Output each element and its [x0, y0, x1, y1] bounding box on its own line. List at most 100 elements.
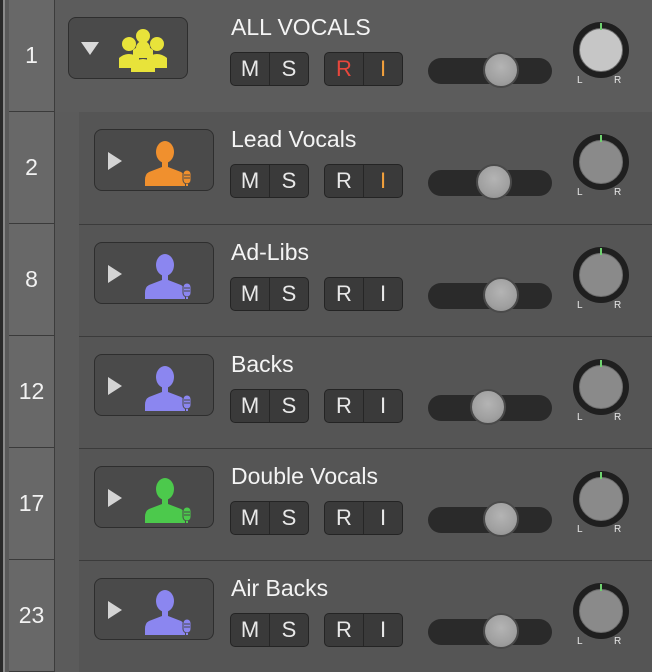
- track-row[interactable]: Air Backs M S R I L R: [79, 560, 652, 672]
- record-input-group: RI: [324, 277, 403, 311]
- record-button[interactable]: R: [325, 165, 363, 197]
- mute-solo-group: MS: [230, 52, 309, 86]
- volume-fader[interactable]: [428, 277, 552, 313]
- record-button[interactable]: R: [325, 53, 363, 85]
- volume-fader-knob[interactable]: [476, 164, 512, 200]
- disclosure-collapsed-icon[interactable]: [108, 601, 122, 619]
- pan-left-label: L: [577, 524, 583, 535]
- record-button[interactable]: R: [325, 614, 363, 646]
- pan-knob-cap[interactable]: [579, 253, 623, 297]
- solo-button[interactable]: S: [269, 390, 308, 422]
- group-people-icon: [117, 28, 169, 77]
- track-number[interactable]: 17: [9, 448, 54, 560]
- track-icon-box[interactable]: [94, 242, 214, 304]
- mute-solo-group: MS: [230, 277, 309, 311]
- pan-center-indicator: [600, 360, 602, 367]
- pan-left-label: L: [577, 412, 583, 423]
- singer-icon: [143, 589, 195, 640]
- mute-button[interactable]: M: [231, 614, 269, 646]
- track-row[interactable]: Lead Vocals M S R I L R: [79, 112, 652, 224]
- volume-fader-knob[interactable]: [483, 277, 519, 313]
- volume-fader[interactable]: [428, 52, 552, 88]
- solo-button[interactable]: S: [269, 53, 308, 85]
- track-number[interactable]: 1: [9, 0, 54, 112]
- volume-fader-knob[interactable]: [483, 501, 519, 537]
- volume-fader-knob[interactable]: [470, 389, 506, 425]
- pan-left-label: L: [577, 300, 583, 311]
- pan-knob-cap[interactable]: [579, 477, 623, 521]
- input-monitor-button[interactable]: I: [363, 165, 402, 197]
- track-icon-box[interactable]: [94, 354, 214, 416]
- disclosure-collapsed-icon[interactable]: [108, 377, 122, 395]
- track-name[interactable]: Double Vocals: [231, 463, 378, 490]
- track-icon-box[interactable]: [94, 578, 214, 640]
- mute-button[interactable]: M: [231, 53, 269, 85]
- track-list: 1 ALL VOCALS M S R I L R 2 Lead Vocals M S R I L R 8 Ad-L…: [0, 0, 652, 672]
- mute-solo-group: MS: [230, 613, 309, 647]
- pan-knob-cap[interactable]: [579, 365, 623, 409]
- disclosure-collapsed-icon[interactable]: [108, 265, 122, 283]
- record-button[interactable]: R: [325, 502, 363, 534]
- track-icon-box[interactable]: [68, 17, 188, 79]
- volume-fader[interactable]: [428, 164, 552, 200]
- mute-button[interactable]: M: [231, 165, 269, 197]
- mute-button[interactable]: M: [231, 390, 269, 422]
- pan-knob[interactable]: LR: [573, 471, 629, 537]
- input-monitor-button[interactable]: I: [363, 278, 402, 310]
- record-button[interactable]: R: [325, 278, 363, 310]
- solo-button[interactable]: S: [269, 502, 308, 534]
- track-number[interactable]: 2: [9, 112, 54, 224]
- pan-right-label: R: [614, 75, 622, 86]
- volume-fader[interactable]: [428, 613, 552, 649]
- mute-solo-group: MS: [230, 164, 309, 198]
- disclosure-collapsed-icon[interactable]: [108, 152, 122, 170]
- track-number[interactable]: 23: [9, 560, 54, 672]
- track-name[interactable]: Ad-Libs: [231, 239, 309, 266]
- pan-center-indicator: [600, 472, 602, 479]
- pan-right-label: R: [614, 524, 622, 535]
- pan-right-label: R: [614, 187, 622, 198]
- pan-knob[interactable]: LR: [573, 134, 629, 200]
- track-row[interactable]: Backs M S R I L R: [79, 336, 652, 448]
- pan-right-label: R: [614, 412, 622, 423]
- pan-knob[interactable]: LR: [573, 359, 629, 425]
- record-input-group: RI: [324, 164, 403, 198]
- track-row[interactable]: Ad-Libs M S R I L R: [79, 224, 652, 336]
- pan-knob[interactable]: LR: [573, 583, 629, 649]
- solo-button[interactable]: S: [269, 614, 308, 646]
- volume-fader[interactable]: [428, 389, 552, 425]
- pan-knob-cap[interactable]: [579, 28, 623, 72]
- singer-icon: [143, 477, 195, 528]
- track-icon-box[interactable]: [94, 129, 214, 191]
- solo-button[interactable]: S: [269, 278, 308, 310]
- track-name[interactable]: Lead Vocals: [231, 126, 356, 153]
- volume-fader[interactable]: [428, 501, 552, 537]
- disclosure-collapsed-icon[interactable]: [108, 489, 122, 507]
- pan-knob[interactable]: LR: [573, 247, 629, 313]
- input-monitor-button[interactable]: I: [363, 502, 402, 534]
- track-row[interactable]: Double Vocals M S R I L R: [79, 448, 652, 560]
- pan-knob-cap[interactable]: [579, 140, 623, 184]
- track-number[interactable]: 8: [9, 224, 54, 336]
- mute-button[interactable]: M: [231, 502, 269, 534]
- mute-button[interactable]: M: [231, 278, 269, 310]
- input-monitor-button[interactable]: I: [363, 53, 402, 85]
- disclosure-expanded-icon[interactable]: [81, 42, 99, 55]
- track-name[interactable]: ALL VOCALS: [231, 14, 371, 41]
- pan-knob-cap[interactable]: [579, 589, 623, 633]
- input-monitor-button[interactable]: I: [363, 390, 402, 422]
- singer-icon: [143, 253, 195, 304]
- solo-button[interactable]: S: [269, 165, 308, 197]
- track-number[interactable]: 12: [9, 336, 54, 448]
- input-monitor-button[interactable]: I: [363, 614, 402, 646]
- folder-track-row[interactable]: ALL VOCALS M S R I L R: [55, 0, 652, 112]
- volume-fader-knob[interactable]: [483, 613, 519, 649]
- volume-fader-knob[interactable]: [483, 52, 519, 88]
- pan-knob[interactable]: LR: [573, 22, 629, 88]
- track-icon-box[interactable]: [94, 466, 214, 528]
- track-name[interactable]: Air Backs: [231, 575, 328, 602]
- track-name[interactable]: Backs: [231, 351, 294, 378]
- record-button[interactable]: R: [325, 390, 363, 422]
- track-number-label: 2: [25, 154, 38, 180]
- record-input-group: RI: [324, 613, 403, 647]
